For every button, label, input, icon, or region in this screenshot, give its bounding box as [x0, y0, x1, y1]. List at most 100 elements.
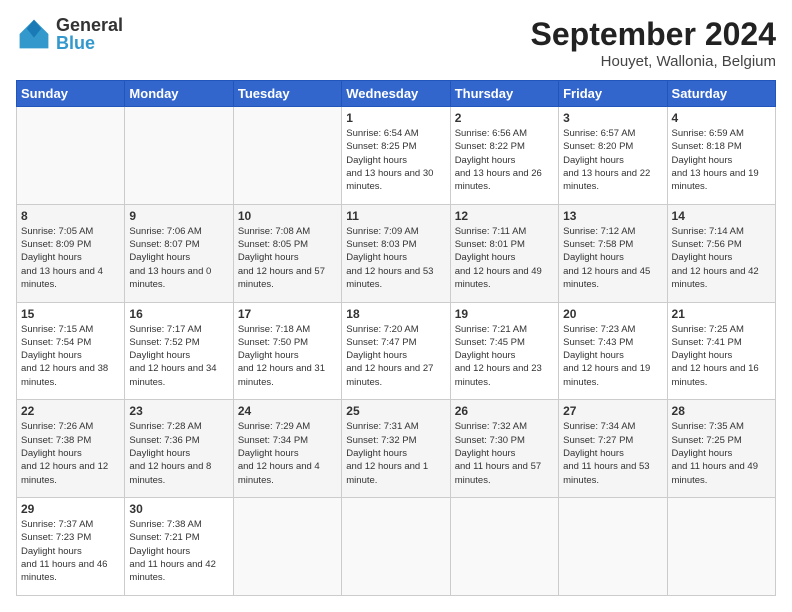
table-row: 16 Sunrise: 7:17 AMSunset: 7:52 PMDayligh…: [125, 302, 233, 400]
day-info: Sunrise: 7:21 AMSunset: 7:45 PMDaylight …: [455, 323, 554, 389]
day-info: Sunrise: 7:26 AMSunset: 7:38 PMDaylight …: [21, 420, 120, 486]
day-number: 10: [238, 209, 337, 223]
table-row: [125, 107, 233, 205]
day-number: 21: [672, 307, 771, 321]
day-info: Sunrise: 7:15 AMSunset: 7:54 PMDaylight …: [21, 323, 120, 389]
day-info: Sunrise: 7:31 AMSunset: 7:32 PMDaylight …: [346, 420, 445, 486]
table-row: 19 Sunrise: 7:21 AMSunset: 7:45 PMDayligh…: [450, 302, 558, 400]
day-info: Sunrise: 7:32 AMSunset: 7:30 PMDaylight …: [455, 420, 554, 486]
day-info: Sunrise: 7:14 AMSunset: 7:56 PMDaylight …: [672, 225, 771, 291]
logo-line1: General: [56, 16, 123, 34]
day-number: 17: [238, 307, 337, 321]
table-row: 15 Sunrise: 7:15 AMSunset: 7:54 PMDayligh…: [17, 302, 125, 400]
col-sunday: Sunday: [17, 81, 125, 107]
day-info: Sunrise: 7:25 AMSunset: 7:41 PMDaylight …: [672, 323, 771, 389]
day-number: 15: [21, 307, 120, 321]
col-monday: Monday: [125, 81, 233, 107]
table-row: 3Sunrise: 6:57 AMSunset: 8:20 PMDaylight…: [559, 107, 667, 205]
day-number: 27: [563, 404, 662, 418]
table-row: [233, 498, 341, 596]
day-info: Sunrise: 7:09 AMSunset: 8:03 PMDaylight …: [346, 225, 445, 291]
table-row: 13 Sunrise: 7:12 AMSunset: 7:58 PMDayligh…: [559, 204, 667, 302]
day-number: 14: [672, 209, 771, 223]
location: Houyet, Wallonia, Belgium: [531, 53, 776, 70]
table-row: 9 Sunrise: 7:06 AMSunset: 8:07 PMDaylight…: [125, 204, 233, 302]
day-info: Sunrise: 7:35 AMSunset: 7:25 PMDaylight …: [672, 420, 771, 486]
col-friday: Friday: [559, 81, 667, 107]
day-info: Sunrise: 6:56 AMSunset: 8:22 PMDaylight …: [455, 127, 554, 193]
day-number: 20: [563, 307, 662, 321]
day-number: 9: [129, 209, 228, 223]
table-row: 8Sunrise: 7:05 AMSunset: 8:09 PMDaylight…: [17, 204, 125, 302]
day-info: Sunrise: 7:05 AMSunset: 8:09 PMDaylight …: [21, 225, 120, 291]
day-number: 13: [563, 209, 662, 223]
day-number: 22: [21, 404, 120, 418]
day-info: Sunrise: 7:28 AMSunset: 7:36 PMDaylight …: [129, 420, 228, 486]
day-number: 4: [672, 111, 771, 125]
table-row: 26 Sunrise: 7:32 AMSunset: 7:30 PMDayligh…: [450, 400, 558, 498]
table-row: [17, 107, 125, 205]
day-number: 24: [238, 404, 337, 418]
table-row: 27 Sunrise: 7:34 AMSunset: 7:27 PMDayligh…: [559, 400, 667, 498]
day-number: 28: [672, 404, 771, 418]
day-number: 11: [346, 209, 445, 223]
table-row: 1 Sunrise: 6:54 AMSunset: 8:25 PMDaylight…: [342, 107, 450, 205]
table-row: 18 Sunrise: 7:20 AMSunset: 7:47 PMDayligh…: [342, 302, 450, 400]
table-row: [667, 498, 775, 596]
day-info: Sunrise: 7:23 AMSunset: 7:43 PMDaylight …: [563, 323, 662, 389]
col-wednesday: Wednesday: [342, 81, 450, 107]
logo-text: General Blue: [56, 16, 123, 52]
day-number: 18: [346, 307, 445, 321]
calendar-week-1: 8Sunrise: 7:05 AMSunset: 8:09 PMDaylight…: [17, 204, 776, 302]
day-number: 30: [129, 502, 228, 516]
page: General Blue September 2024 Houyet, Wall…: [0, 0, 792, 612]
day-number: 19: [455, 307, 554, 321]
table-row: 4 Sunrise: 6:59 AMSunset: 8:18 PMDaylight…: [667, 107, 775, 205]
calendar-week-0: 1 Sunrise: 6:54 AMSunset: 8:25 PMDaylight…: [17, 107, 776, 205]
table-row: 14 Sunrise: 7:14 AMSunset: 7:56 PMDayligh…: [667, 204, 775, 302]
day-info: Sunrise: 7:17 AMSunset: 7:52 PMDaylight …: [129, 323, 228, 389]
col-tuesday: Tuesday: [233, 81, 341, 107]
table-row: 2Sunrise: 6:56 AMSunset: 8:22 PMDaylight…: [450, 107, 558, 205]
day-number: 3: [563, 111, 662, 125]
calendar-table: Sunday Monday Tuesday Wednesday Thursday…: [16, 80, 776, 596]
table-row: [450, 498, 558, 596]
table-row: 17 Sunrise: 7:18 AMSunset: 7:50 PMDayligh…: [233, 302, 341, 400]
table-row: 12Sunrise: 7:11 AMSunset: 8:01 PMDayligh…: [450, 204, 558, 302]
table-row: 21 Sunrise: 7:25 AMSunset: 7:41 PMDayligh…: [667, 302, 775, 400]
col-thursday: Thursday: [450, 81, 558, 107]
day-info: Sunrise: 7:34 AMSunset: 7:27 PMDaylight …: [563, 420, 662, 486]
day-info: Sunrise: 7:20 AMSunset: 7:47 PMDaylight …: [346, 323, 445, 389]
table-row: [342, 498, 450, 596]
table-row: 24Sunrise: 7:29 AMSunset: 7:34 PMDayligh…: [233, 400, 341, 498]
day-info: Sunrise: 7:12 AMSunset: 7:58 PMDaylight …: [563, 225, 662, 291]
table-row: [233, 107, 341, 205]
day-number: 25: [346, 404, 445, 418]
day-info: Sunrise: 7:38 AMSunset: 7:21 PMDaylight …: [129, 518, 228, 584]
logo-icon: [16, 16, 52, 52]
calendar-header-row: Sunday Monday Tuesday Wednesday Thursday…: [17, 81, 776, 107]
table-row: 20 Sunrise: 7:23 AMSunset: 7:43 PMDayligh…: [559, 302, 667, 400]
calendar-week-4: 29 Sunrise: 7:37 AMSunset: 7:23 PMDayligh…: [17, 498, 776, 596]
day-number: 1: [346, 111, 445, 125]
day-info: Sunrise: 7:18 AMSunset: 7:50 PMDaylight …: [238, 323, 337, 389]
day-info: Sunrise: 7:06 AMSunset: 8:07 PMDaylight …: [129, 225, 228, 291]
header: General Blue September 2024 Houyet, Wall…: [16, 16, 776, 70]
day-info: Sunrise: 7:08 AMSunset: 8:05 PMDaylight …: [238, 225, 337, 291]
day-info: Sunrise: 7:37 AMSunset: 7:23 PMDaylight …: [21, 518, 120, 584]
day-number: 29: [21, 502, 120, 516]
day-info: Sunrise: 7:11 AMSunset: 8:01 PMDaylight …: [455, 225, 554, 291]
logo-line2: Blue: [56, 34, 123, 52]
day-number: 26: [455, 404, 554, 418]
table-row: 28 Sunrise: 7:35 AMSunset: 7:25 PMDayligh…: [667, 400, 775, 498]
day-info: Sunrise: 6:54 AMSunset: 8:25 PMDaylight …: [346, 127, 445, 193]
day-info: Sunrise: 6:59 AMSunset: 8:18 PMDaylight …: [672, 127, 771, 193]
table-row: [559, 498, 667, 596]
table-row: 10 Sunrise: 7:08 AMSunset: 8:05 PMDayligh…: [233, 204, 341, 302]
calendar-week-2: 15 Sunrise: 7:15 AMSunset: 7:54 PMDayligh…: [17, 302, 776, 400]
logo: General Blue: [16, 16, 123, 52]
day-number: 16: [129, 307, 228, 321]
table-row: 30 Sunrise: 7:38 AMSunset: 7:21 PMDayligh…: [125, 498, 233, 596]
table-row: 23Sunrise: 7:28 AMSunset: 7:36 PMDayligh…: [125, 400, 233, 498]
month-title: September 2024: [531, 16, 776, 53]
